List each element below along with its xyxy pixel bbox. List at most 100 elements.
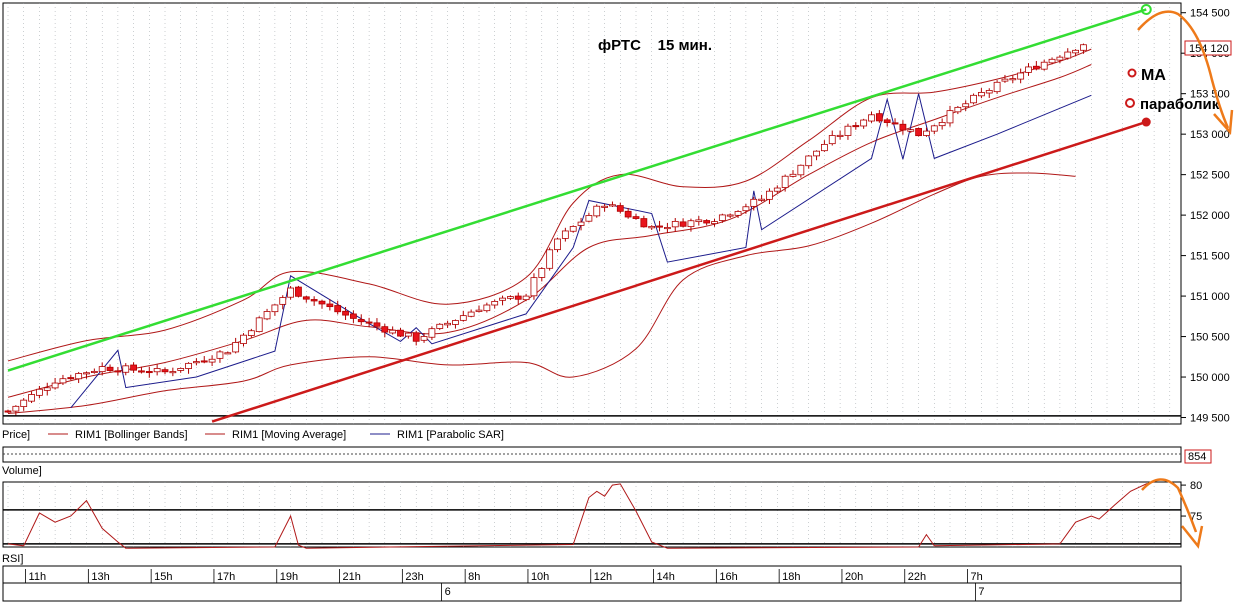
rsi-label: RSI]: [2, 553, 23, 565]
sar-annotation: параболик: [1140, 96, 1220, 113]
candle-bearish: [381, 326, 389, 333]
candle-bullish: [1080, 44, 1087, 51]
candle-bullish: [208, 358, 216, 363]
candle-bullish: [436, 323, 444, 329]
hour-label: 15h: [154, 571, 172, 583]
candle-bullish: [985, 90, 993, 94]
candle-bearish: [514, 295, 522, 300]
hour-label: 21h: [343, 571, 361, 583]
candle-bearish: [703, 220, 711, 224]
chart-canvas: 154 500 153 000 152 500 152 000 151 500 151 0…: [2, 2, 1234, 602]
candle-bullish: [98, 366, 106, 373]
candle-bearish: [138, 370, 145, 373]
candle-bullish: [695, 219, 703, 223]
candle-bearish: [67, 377, 75, 380]
candle-bullish: [459, 315, 467, 321]
candle-bullish: [90, 370, 98, 373]
day-label: 6: [445, 586, 451, 598]
candle-bullish: [428, 328, 436, 338]
hour-label: 16h: [719, 571, 737, 583]
candle-bullish: [1048, 58, 1056, 64]
candle-bullish: [561, 230, 569, 239]
candle-bullish: [821, 143, 828, 152]
candle-bullish: [192, 361, 200, 364]
candle-bullish: [758, 198, 765, 201]
hour-label: 20h: [845, 571, 863, 583]
candle-bullish: [1072, 49, 1079, 54]
red-trendline: [211, 120, 1147, 423]
candle-bullish: [28, 394, 35, 402]
candle-bullish: [726, 214, 734, 217]
candle-bullish: [962, 103, 970, 108]
candle-bearish: [349, 313, 357, 319]
candle-bullish: [483, 304, 491, 312]
hour-label: 13h: [91, 571, 109, 583]
forecast-arrow-rsi: [1141, 478, 1198, 533]
candle-bullish: [609, 204, 616, 207]
price-tick-label: 154 500: [1190, 8, 1230, 20]
candle-bullish: [1040, 61, 1048, 70]
candle-bearish: [295, 286, 302, 297]
candle-bullish: [224, 352, 232, 355]
candle-bearish: [915, 128, 922, 137]
red-trendline-end-marker: [1141, 117, 1151, 127]
green-trendline: [7, 8, 1147, 372]
price-tick-label: 151 000: [1190, 291, 1230, 303]
candle-bullish: [1056, 56, 1064, 61]
candle-bullish: [938, 122, 946, 127]
hour-label: 12h: [594, 571, 612, 583]
price-tick-label: 149 500: [1190, 413, 1230, 425]
candle-bearish: [891, 122, 899, 125]
candle-bullish: [860, 119, 868, 127]
candle-bullish: [1009, 78, 1017, 81]
candle-bearish: [357, 319, 365, 323]
candle-bearish: [310, 299, 318, 302]
candle-bearish: [130, 364, 138, 371]
candle-bullish: [718, 214, 726, 221]
candle-bullish: [828, 135, 836, 145]
candle-bullish: [773, 187, 781, 192]
candle-bullish: [970, 94, 977, 104]
candle-bearish: [883, 119, 891, 123]
candle-bearish: [899, 123, 907, 131]
price-tick-label: 153 000: [1190, 129, 1230, 141]
legend-price: Price]: [2, 429, 30, 441]
candle-bullish: [279, 297, 287, 305]
candle-bullish: [789, 173, 797, 177]
candle-bullish: [1017, 72, 1025, 80]
candle-bullish: [687, 220, 695, 228]
candle-bearish: [365, 321, 373, 324]
volume-label: Volume]: [2, 465, 42, 477]
candle-bullish: [978, 92, 985, 97]
hour-label: 10h: [531, 571, 549, 583]
candle-bullish: [836, 134, 844, 137]
chart-title: фРТС 15 мин.: [598, 37, 712, 54]
bollinger-lower-line: [7, 172, 1076, 414]
rsi-layer: [3, 481, 1181, 549]
candle-bullish: [153, 368, 161, 373]
candle-bullish: [467, 311, 475, 317]
price-tick-label: 152 000: [1190, 210, 1230, 222]
candle-bullish: [993, 81, 1001, 93]
candle-bearish: [412, 332, 420, 342]
candle-bearish: [640, 218, 648, 228]
candle-bearish: [4, 410, 12, 413]
candle-bullish: [766, 190, 773, 200]
candle-bullish: [75, 373, 83, 380]
ma-marker: [1127, 68, 1137, 78]
candle-bullish: [232, 342, 240, 353]
hour-label: 19h: [280, 571, 298, 583]
hour-label: 22h: [908, 571, 926, 583]
candle-bullish: [444, 322, 452, 326]
candle-bullish: [593, 205, 601, 217]
candle-bearish: [624, 210, 632, 218]
parabolic-sar-line: [70, 93, 1092, 409]
candle-bullish: [930, 125, 938, 132]
hour-label: 23h: [405, 571, 423, 583]
candle-bearish: [397, 329, 404, 337]
candle-bullish: [51, 382, 59, 389]
hour-label: 8h: [468, 571, 480, 583]
candle-bullish: [907, 129, 915, 132]
candle-bullish: [742, 206, 750, 212]
candle-bullish: [36, 388, 43, 396]
